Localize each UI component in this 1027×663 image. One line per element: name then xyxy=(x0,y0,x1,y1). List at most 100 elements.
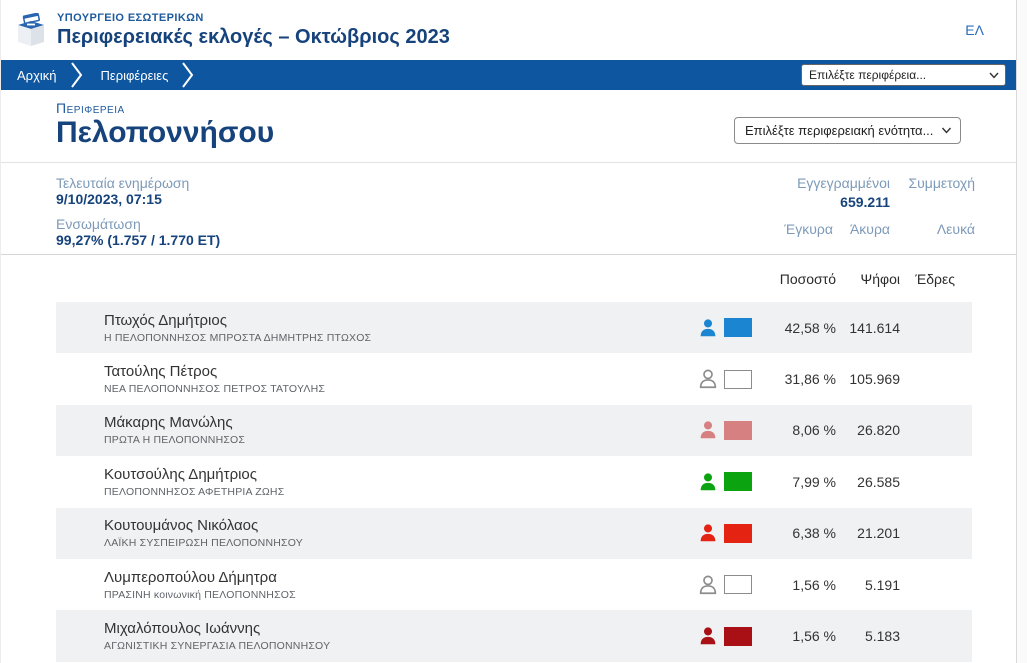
party-color-cell xyxy=(640,368,756,390)
candidate-name: Κουτουμάνος Νικόλαος xyxy=(104,517,259,535)
invalid-label: Άκυρα xyxy=(849,221,890,237)
person-icon xyxy=(700,627,716,645)
region-select[interactable]: Επιλέξτε περιφέρεια... xyxy=(801,64,1006,86)
valid-label: Έγκυρα xyxy=(784,221,833,237)
votes-column-header: Ψήφοι xyxy=(860,270,900,287)
chevron-down-icon xyxy=(941,127,952,134)
region-heading: Περιφέρεια Πελοποννήσου xyxy=(56,100,274,149)
stats-section: Τελευταία ενημέρωση 9/10/2023, 07:15 Ενσ… xyxy=(1,163,1016,255)
candidate-name: Μάκαρης Μανώλης xyxy=(104,414,233,432)
votes-value: 26.585 xyxy=(857,473,900,490)
page-title: Περιφερειακές εκλογές – Οκτώβριος 2023 xyxy=(57,25,450,48)
percent-column-header: Ποσοστό xyxy=(779,270,836,287)
person-icon xyxy=(700,421,716,439)
chevron-down-icon xyxy=(989,72,999,79)
region-select-value: Επιλέξτε περιφέρεια... xyxy=(809,68,927,82)
participation-label: Συμμετοχή xyxy=(908,175,975,191)
candidate-name: Τατούλης Πέτρος xyxy=(104,363,218,381)
person-icon xyxy=(699,369,717,389)
region-name: Πελοποννήσου xyxy=(56,116,275,149)
percent-value: 1,56 % xyxy=(792,576,836,593)
breadcrumb: Αρχική Περιφέρειες Επιλέξτε περιφέρεια..… xyxy=(1,60,1016,90)
votes-value: 105.969 xyxy=(849,371,900,388)
votes-value: 5.191 xyxy=(864,576,900,593)
regional-unit-select[interactable]: Επιλέξτε περιφερειακή ενότητα... xyxy=(734,117,961,144)
party-color-swatch xyxy=(724,523,752,543)
candidate-row: Λυμπεροπούλου Δήμητρα ΠΡΑΣΙΝΗ κοινωνική … xyxy=(56,559,972,610)
party-name: Η ΠΕΛΟΠΟΝΝΗΣΟΣ ΜΠΡΟΣΤΑ ΔΗΜΗΤΡΗΣ ΠΤΩΧΟΣ xyxy=(104,331,372,344)
region-section: Περιφέρεια Πελοποννήσου Επιλέξτε περιφερ… xyxy=(1,90,1016,163)
candidate-name: Μιχαλόπουλος Ιωάννης xyxy=(104,620,261,638)
registered-value: 659.211 xyxy=(840,194,890,210)
party-color-cell xyxy=(640,317,756,339)
party-color-cell xyxy=(640,574,756,596)
votes-value: 141.614 xyxy=(849,319,900,336)
ministry-label: ΥΠΟΥΡΓΕΙΟ ΕΣΩΤΕΡΙΚΩΝ xyxy=(57,11,204,24)
party-color-swatch xyxy=(724,318,752,338)
party-name: ΠΡΩΤΑ Η ΠΕΛΟΠΟΝΝΗΣΟΣ xyxy=(104,434,246,447)
results-table: Ποσοστό Ψήφοι Έδρες Πτωχός Δημήτριος Η Π… xyxy=(56,255,972,662)
party-color-swatch xyxy=(724,420,752,440)
registered-label: Εγγεγραμμένοι xyxy=(797,175,890,191)
candidate-cell: Μάκαρης Μανώλης ΠΡΩΤΑ Η ΠΕΛΟΠΟΝΝΗΣΟΣ xyxy=(56,414,640,446)
percent-value: 8,06 % xyxy=(792,422,836,439)
regional-unit-select-value: Επιλέξτε περιφερειακή ενότητα... xyxy=(745,123,934,138)
candidate-cell: Κουτσούλης Δημήτριος ΠΕΛΟΠΟΝΝΗΣΟΣ ΑΦΕΤΗΡ… xyxy=(56,466,640,498)
chevron-right-icon xyxy=(182,62,194,88)
party-name: ΑΓΩΝΙΣΤΙΚΗ ΣΥΝΕΡΓΑΣΙΑ ΠΕΛΟΠΟΝΝΗΣΟΥ xyxy=(104,640,331,653)
top-header: ΥΠΟΥΡΓΕΙΟ ΕΣΩΤΕΡΙΚΩΝ Περιφερειακές εκλογ… xyxy=(1,0,1016,60)
party-color-swatch xyxy=(724,472,752,492)
candidate-row: Τατούλης Πέτρος ΝΕΑ ΠΕΛΟΠΟΝΝΗΣΟΣ ΠΕΤΡΟΣ … xyxy=(56,353,972,404)
party-name: ΠΡΑΣΙΝΗ κοινωνική ΠΕΛΟΠΟΝΝΗΣΟΣ xyxy=(104,588,296,601)
percent-value: 1,56 % xyxy=(792,628,836,645)
person-icon xyxy=(700,319,716,336)
party-color-cell xyxy=(640,419,756,441)
candidate-cell: Τατούλης Πέτρος ΝΕΑ ΠΕΛΟΠΟΝΝΗΣΟΣ ΠΕΤΡΟΣ … xyxy=(56,363,640,395)
votes-value: 5.183 xyxy=(864,628,900,645)
party-name: ΝΕΑ ΠΕΛΟΠΟΝΝΗΣΟΣ ΠΕΤΡΟΣ ΤΑΤΟΥΛΗΣ xyxy=(104,383,326,396)
results-rows: Πτωχός Δημήτριος Η ΠΕΛΟΠΟΝΝΗΣΟΣ ΜΠΡΟΣΤΑ … xyxy=(56,302,972,662)
candidate-row: Μάκαρης Μανώλης ΠΡΩΤΑ Η ΠΕΛΟΠΟΝΝΗΣΟΣ 8,0… xyxy=(56,404,972,457)
breadcrumb-regions[interactable]: Περιφέρειες xyxy=(85,68,183,83)
chevron-right-icon xyxy=(70,62,82,88)
party-color-swatch xyxy=(724,369,752,389)
candidate-cell: Πτωχός Δημήτριος Η ΠΕΛΟΠΟΝΝΗΣΟΣ ΜΠΡΟΣΤΑ … xyxy=(56,312,640,344)
breadcrumb-home[interactable]: Αρχική xyxy=(1,68,71,83)
candidate-name: Πτωχός Δημήτριος xyxy=(104,311,227,329)
party-color-cell xyxy=(640,625,756,647)
scrollbar-track[interactable] xyxy=(1016,0,1027,663)
candidate-cell: Μιχαλόπουλος Ιωάννης ΑΓΩΝΙΣΤΙΚΗ ΣΥΝΕΡΓΑΣ… xyxy=(56,620,640,652)
person-icon xyxy=(699,575,717,594)
party-name: ΛΑΪΚΗ ΣΥΣΠΕΙΡΩΣΗ ΠΕΛΟΠΟΝΝΗΣΟΥ xyxy=(104,537,303,550)
candidate-row: Κουτσούλης Δημήτριος ΠΕΛΟΠΟΝΝΗΣΟΣ ΑΦΕΤΗΡ… xyxy=(56,456,972,507)
candidate-row: Πτωχός Δημήτριος Η ΠΕΛΟΠΟΝΝΗΣΟΣ ΜΠΡΟΣΤΑ … xyxy=(56,302,972,354)
candidate-row: Κουτουμάνος Νικόλαος ΛΑΪΚΗ ΣΥΣΠΕΙΡΩΣΗ ΠΕ… xyxy=(56,507,972,559)
party-color-swatch xyxy=(724,626,752,646)
page: ΥΠΟΥΡΓΕΙΟ ΕΣΩΤΕΡΙΚΩΝ Περιφερειακές εκλογ… xyxy=(0,0,1016,663)
region-label: Περιφέρεια xyxy=(56,100,125,116)
party-name: ΠΕΛΟΠΟΝΝΗΣΟΣ ΑΦΕΤΗΡΙΑ ΖΩΗΣ xyxy=(104,485,285,498)
party-color-cell xyxy=(640,471,756,493)
candidate-cell: Λυμπεροπούλου Δήμητρα ΠΡΑΣΙΝΗ κοινωνική … xyxy=(56,569,640,601)
seats-column-header: Έδρες xyxy=(915,270,955,287)
party-color-cell xyxy=(640,522,756,544)
percent-value: 7,99 % xyxy=(792,473,836,490)
votes-value: 21.201 xyxy=(857,525,900,542)
person-icon xyxy=(700,473,716,491)
party-color-swatch xyxy=(724,575,752,595)
percent-value: 42,58 % xyxy=(784,319,836,336)
stats-right: Εγγεγραμμένοι Συμμετοχή 659.211 Έγκυρα Ά… xyxy=(675,175,975,245)
candidate-cell: Κουτουμάνος Νικόλαος ΛΑΪΚΗ ΣΥΣΠΕΙΡΩΣΗ ΠΕ… xyxy=(56,517,640,549)
blank-label: Λευκά xyxy=(936,221,975,237)
ballot-box-icon xyxy=(18,13,44,46)
language-switcher[interactable]: ΕΛ xyxy=(965,22,998,38)
percent-value: 31,86 % xyxy=(784,371,836,388)
person-icon xyxy=(700,524,716,542)
candidate-name: Λυμπεροπούλου Δήμητρα xyxy=(104,568,277,586)
candidate-row: Μιχαλόπουλος Ιωάννης ΑΓΩΝΙΣΤΙΚΗ ΣΥΝΕΡΓΑΣ… xyxy=(56,610,972,662)
header-titles: ΥΠΟΥΡΓΕΙΟ ΕΣΩΤΕΡΙΚΩΝ Περιφερειακές εκλογ… xyxy=(57,12,450,49)
votes-value: 26.820 xyxy=(857,422,900,439)
candidate-name: Κουτσούλης Δημήτριος xyxy=(104,465,258,483)
percent-value: 6,38 % xyxy=(792,525,836,542)
results-header-row: Ποσοστό Ψήφοι Έδρες xyxy=(56,255,972,302)
